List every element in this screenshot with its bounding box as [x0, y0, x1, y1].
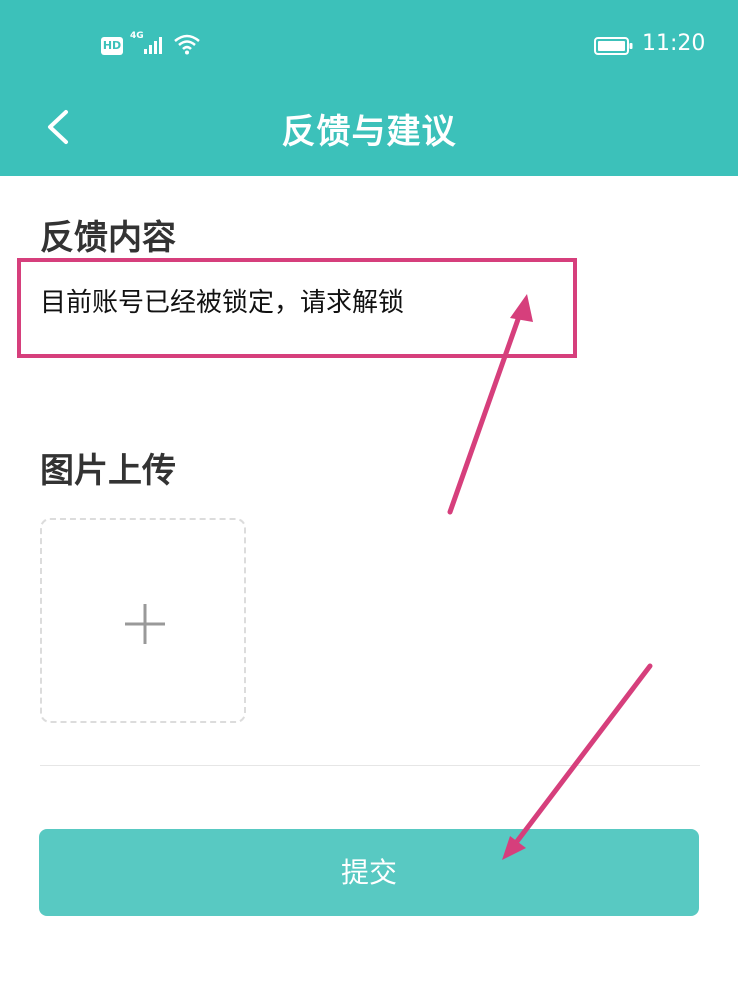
annotation-arrow-down: [509, 663, 653, 851]
status-bar: HD 4G 11:20: [0, 0, 738, 90]
network-type-label: 4G: [130, 31, 144, 41]
submit-button[interactable]: 提交: [39, 829, 699, 916]
wifi-icon: [174, 34, 200, 55]
page-title: 反馈与建议: [281, 112, 457, 152]
image-upload-button[interactable]: [40, 518, 246, 723]
signal-icon: [144, 37, 162, 54]
battery-icon: [594, 37, 633, 55]
app-header: HD 4G 11:20 反馈与建议: [0, 0, 738, 176]
upload-section-title: 图片上传: [40, 451, 176, 491]
feedback-section-title: 反馈内容: [40, 218, 176, 258]
hd-badge: HD: [101, 37, 123, 55]
plus-icon: [125, 604, 165, 644]
annotation-highlight-box: [17, 258, 577, 358]
status-time: 11:20: [642, 31, 706, 56]
divider: [40, 765, 700, 766]
